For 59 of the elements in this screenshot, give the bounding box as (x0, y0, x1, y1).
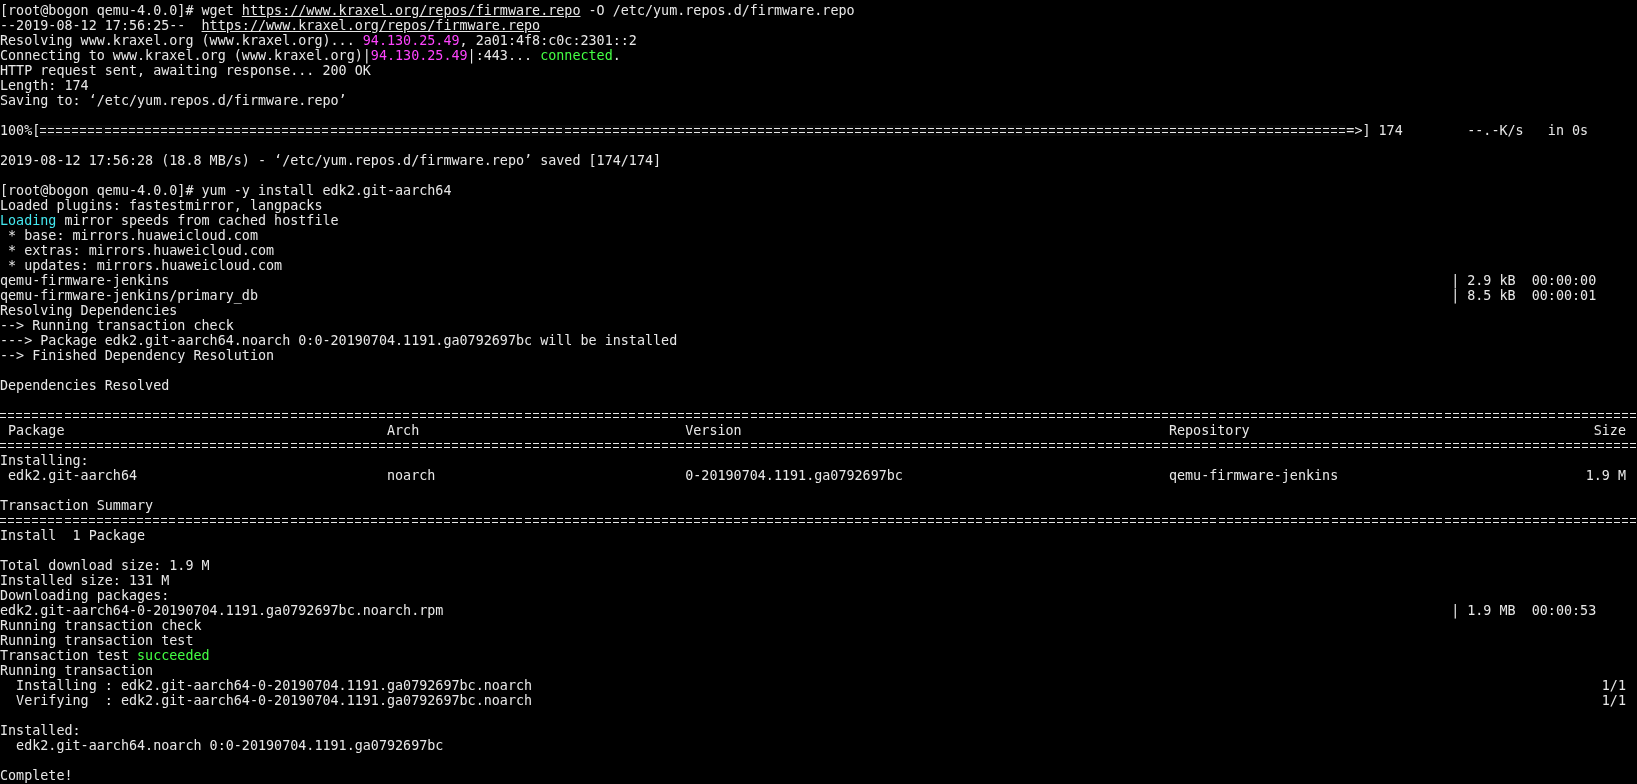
terminal-line: Downloading packages: (0, 588, 170, 603)
download-stats: | 2.9 kB 00:00:00 (1451, 273, 1598, 288)
table-cell-text: Repository (1168, 423, 1251, 438)
download-stats: | 8.5 kB 00:00:01 (1451, 288, 1598, 303)
terminal-line: qemu-firmware-jenkins/primary_db (0, 288, 259, 303)
terminal-line: Transaction Summary (0, 498, 154, 513)
terminal-line: * base: mirrors.huaweicloud.com (7, 228, 258, 243)
terminal-line: Length: 174 (0, 78, 89, 93)
terminal-line: --2019-08-12 17:56:25-- https://www.kraxel.org/repos/firmware.repo (0, 18, 541, 33)
link[interactable]: https://www.kraxel.org/repos/firmware.repo (201, 18, 541, 33)
table-cell: 1.9 M (1585, 468, 1626, 483)
terminal-line: Resolving www.kraxel.org (www.kraxel.org)... 94.130.25.49, 2a01:4f8:c0c:2301::2 (0, 33, 637, 48)
terminal-line: [root@bogon qemu-4.0.0]# wget https://www.kraxel.org/repos/firmware.repo -O /etc/yum.repos.d/firmware.repo (0, 3, 855, 18)
terminal-line: edk2.git-aarch64.noarch 0:0-20190704.1191.ga0792697bc (15, 738, 444, 753)
terminal-line: * extras: mirrors.huaweicloud.com (7, 243, 275, 258)
table-cell-text: Arch (386, 423, 421, 438)
terminal-line: Connecting to www.kraxel.org (www.kraxel.org)|94.130.25.49|:443... connected. (0, 48, 621, 63)
terminal-line: Saving to: ‘/etc/yum.repos.d/firmware.repo’ (0, 93, 347, 108)
terminal-line: ---> Package edk2.git-aarch64.noarch 0:0-20190704.1191.ga0792697bc will be installed (0, 333, 678, 348)
step-count: 1/1 (1601, 678, 1626, 693)
terminal-line: --> Finished Dependency Resolution (0, 348, 275, 363)
terminal-line: Running transaction test (0, 633, 194, 648)
terminal-line: Loaded plugins: fastestmirror, langpacks (0, 198, 323, 213)
terminal-line: Loading mirror speeds from cached hostfile (0, 213, 339, 228)
terminal-line: Installing: (0, 453, 89, 468)
terminal-line: Installing : edk2.git-aarch64-0-20190704.1191.ga0792697bc.noarch (15, 678, 533, 693)
terminal-line: Total download size: 1.9 M (0, 558, 210, 573)
time-label: in 0s (1547, 123, 1589, 138)
terminal-line: Installed: (0, 723, 81, 738)
terminal-line: Installed size: 131 M (0, 573, 170, 588)
terminal-line: Transaction test succeeded (0, 648, 210, 663)
progress-end: =>] (1346, 123, 1371, 138)
table-cell-text: Version (685, 423, 743, 438)
terminal-line: [root@bogon qemu-4.0.0]# yum -y install edk2.git-aarch64 (0, 183, 452, 198)
terminal-line: qemu-firmware-jenkins (0, 273, 171, 288)
terminal-line: * updates: mirrors.huaweicloud.com (7, 258, 283, 273)
download-stats: | 1.9 MB 00:00:53 (1451, 603, 1598, 618)
terminal-line: Dependencies Resolved (0, 378, 170, 393)
terminal-line: Install 1 Package (0, 528, 146, 543)
terminal-line: Running transaction (0, 663, 154, 678)
table-cell-text: 0-20190704.1191.ga0792697bc (685, 468, 904, 483)
table-cell-text: noarch (386, 468, 437, 483)
link[interactable]: https://www.kraxel.org/repos/firmware.repo (241, 3, 581, 18)
terminal-line: 2019-08-12 17:56:28 (18.8 MB/s) - ‘/etc/yum.repos.d/firmware.repo’ saved [174/174] (0, 153, 662, 168)
terminal-line: --> Running transaction check (0, 318, 234, 333)
table-cell-text: Package (8, 423, 66, 438)
terminal-line: HTTP request sent, awaiting response... 200 OK (0, 63, 371, 78)
terminal-line: Running transaction check (0, 618, 202, 633)
step-count: 1/1 (1601, 693, 1626, 708)
table-cell-text: qemu-firmware-jenkins (1168, 468, 1340, 483)
size-label: 174 (1378, 123, 1403, 138)
table-cell-text: edk2.git-aarch64 (8, 468, 139, 483)
percent-label: 100%[ (0, 123, 41, 138)
terminal-line: Resolving Dependencies (0, 303, 178, 318)
terminal-line: Verifying : edk2.git-aarch64-0-20190704.1191.ga0792697bc.noarch (15, 693, 533, 708)
terminal-line: Complete! (0, 768, 73, 783)
table-cell: Size (1593, 423, 1626, 438)
terminal-line: edk2.git-aarch64-0-20190704.1191.ga0792697bc.noarch.rpm (0, 603, 445, 618)
speed-label: --.-K/s (1467, 123, 1524, 138)
